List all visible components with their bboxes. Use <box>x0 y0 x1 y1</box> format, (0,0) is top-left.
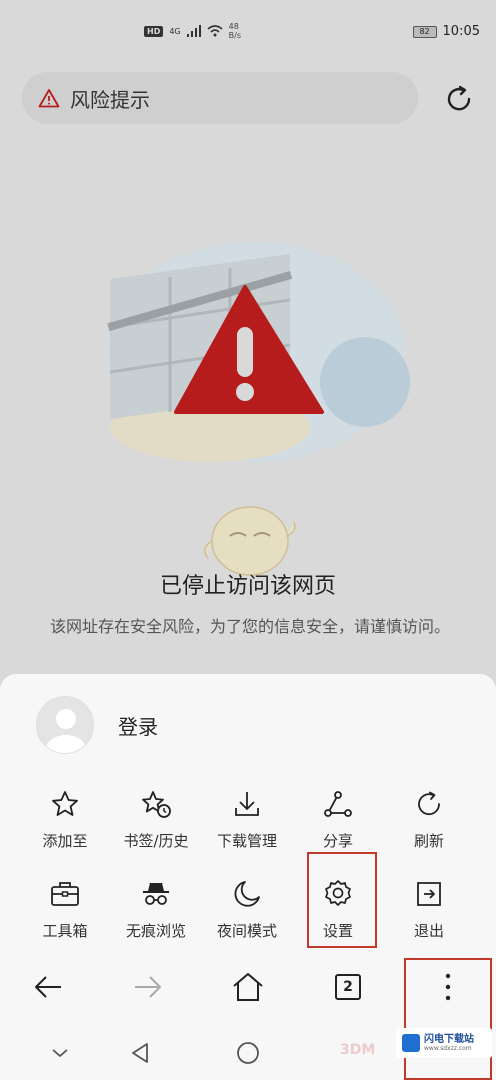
status-bar: HD 4G 48 B/s 82 10:05 <box>0 0 496 64</box>
site-logo: 闪电下载站 www.sdxzz.com <box>396 1028 492 1058</box>
network-speed: 48 B/s <box>229 22 241 40</box>
menu-download-manager[interactable]: 下载管理 <box>202 780 292 860</box>
warning-title: 已停止访问该网页 <box>159 574 336 599</box>
arrow-left-icon <box>35 976 61 998</box>
signal-icon <box>186 25 201 37</box>
user-icon <box>46 709 86 753</box>
menu-label: 夜间模式 <box>216 922 277 940</box>
refresh-icon <box>411 786 447 822</box>
avatar[interactable] <box>36 696 94 754</box>
menu-label: 无痕浏览 <box>125 922 186 940</box>
star-icon <box>47 786 83 822</box>
incognito-icon <box>138 876 174 912</box>
status-right: 82 10:05 <box>412 24 480 39</box>
circle-home-icon <box>237 1042 259 1064</box>
login-row[interactable]: 登录 <box>36 696 158 754</box>
hd-badge: HD <box>144 25 164 37</box>
warning-illustration <box>105 242 410 462</box>
lightning-logo-icon <box>402 1034 420 1052</box>
download-icon <box>229 786 265 822</box>
chevron-down-icon <box>52 1049 68 1058</box>
menu-bookmarks-history[interactable]: 书签/历史 <box>111 780 201 860</box>
status-indicators: HD 4G 48 B/s <box>144 22 241 40</box>
clock: 10:05 <box>442 24 480 39</box>
site-url: www.sdxzz.com <box>424 1045 472 1052</box>
menu-label: 退出 <box>413 922 444 940</box>
menu-toolbox[interactable]: 工具箱 <box>20 870 110 950</box>
menu-label: 工具箱 <box>42 922 88 940</box>
warning-triangle-icon <box>38 89 60 108</box>
system-back-button[interactable] <box>120 1038 160 1068</box>
menu-exit[interactable]: 退出 <box>384 870 474 950</box>
network-type: 4G <box>169 26 181 36</box>
menu-label: 刷新 <box>413 832 444 850</box>
tabs-button[interactable]: 2 <box>318 962 378 1012</box>
speed-unit: B/s <box>228 31 241 40</box>
site-logo-text: 闪电下载站 www.sdxzz.com <box>424 1034 474 1052</box>
toolbox-icon <box>47 876 83 912</box>
reload-button[interactable] <box>440 80 478 118</box>
menu-night-mode[interactable]: 夜间模式 <box>202 870 292 950</box>
arrow-right-icon <box>135 976 161 998</box>
menu-label: 分享 <box>322 832 353 850</box>
menu-refresh[interactable]: 刷新 <box>384 780 474 860</box>
warning-description: 该网址存在安全风险，为了您的信息安全，请谨慎访问。 <box>49 617 450 636</box>
address-bar[interactable]: 风险提示 <box>22 72 418 124</box>
speed-value: 48 <box>228 22 239 31</box>
menu-label: 书签/历史 <box>123 832 189 850</box>
triangle-back-icon <box>132 1043 148 1063</box>
system-home-button[interactable] <box>228 1038 268 1068</box>
menu-share[interactable]: 分享 <box>293 780 383 860</box>
bookmark-history-icon <box>138 786 174 822</box>
menu-add-to[interactable]: 添加至 <box>20 780 110 860</box>
more-vertical-icon <box>445 973 451 1001</box>
hide-keyboard-button[interactable] <box>40 1038 80 1068</box>
tab-count: 2 <box>335 974 361 1000</box>
home-button[interactable] <box>218 962 278 1012</box>
reload-icon <box>447 85 471 111</box>
brand-watermark: 3DM <box>340 1042 376 1058</box>
forward-button[interactable] <box>118 962 178 1012</box>
address-title: 风险提示 <box>70 87 150 112</box>
menu-incognito[interactable]: 无痕浏览 <box>111 870 201 950</box>
menu-label: 下载管理 <box>216 832 277 850</box>
home-icon <box>233 973 263 1001</box>
share-icon <box>320 786 356 822</box>
login-label: 登录 <box>118 714 158 739</box>
back-button[interactable] <box>18 962 78 1012</box>
battery-icon: 82 <box>412 25 437 38</box>
more-menu-button[interactable] <box>418 962 478 1012</box>
wifi-icon <box>207 25 223 37</box>
menu-label: 添加至 <box>42 832 88 850</box>
moon-icon <box>229 876 265 912</box>
exit-icon <box>411 876 447 912</box>
site-name: 闪电下载站 <box>424 1034 474 1045</box>
settings-highlight <box>307 852 377 948</box>
browser-nav-bar: 2 <box>0 958 496 1022</box>
menu-sheet: 登录 添加至 书签/历史 下载管理 分享 刷新 工具箱 无痕浏览 夜间模式 设置… <box>0 674 496 1080</box>
